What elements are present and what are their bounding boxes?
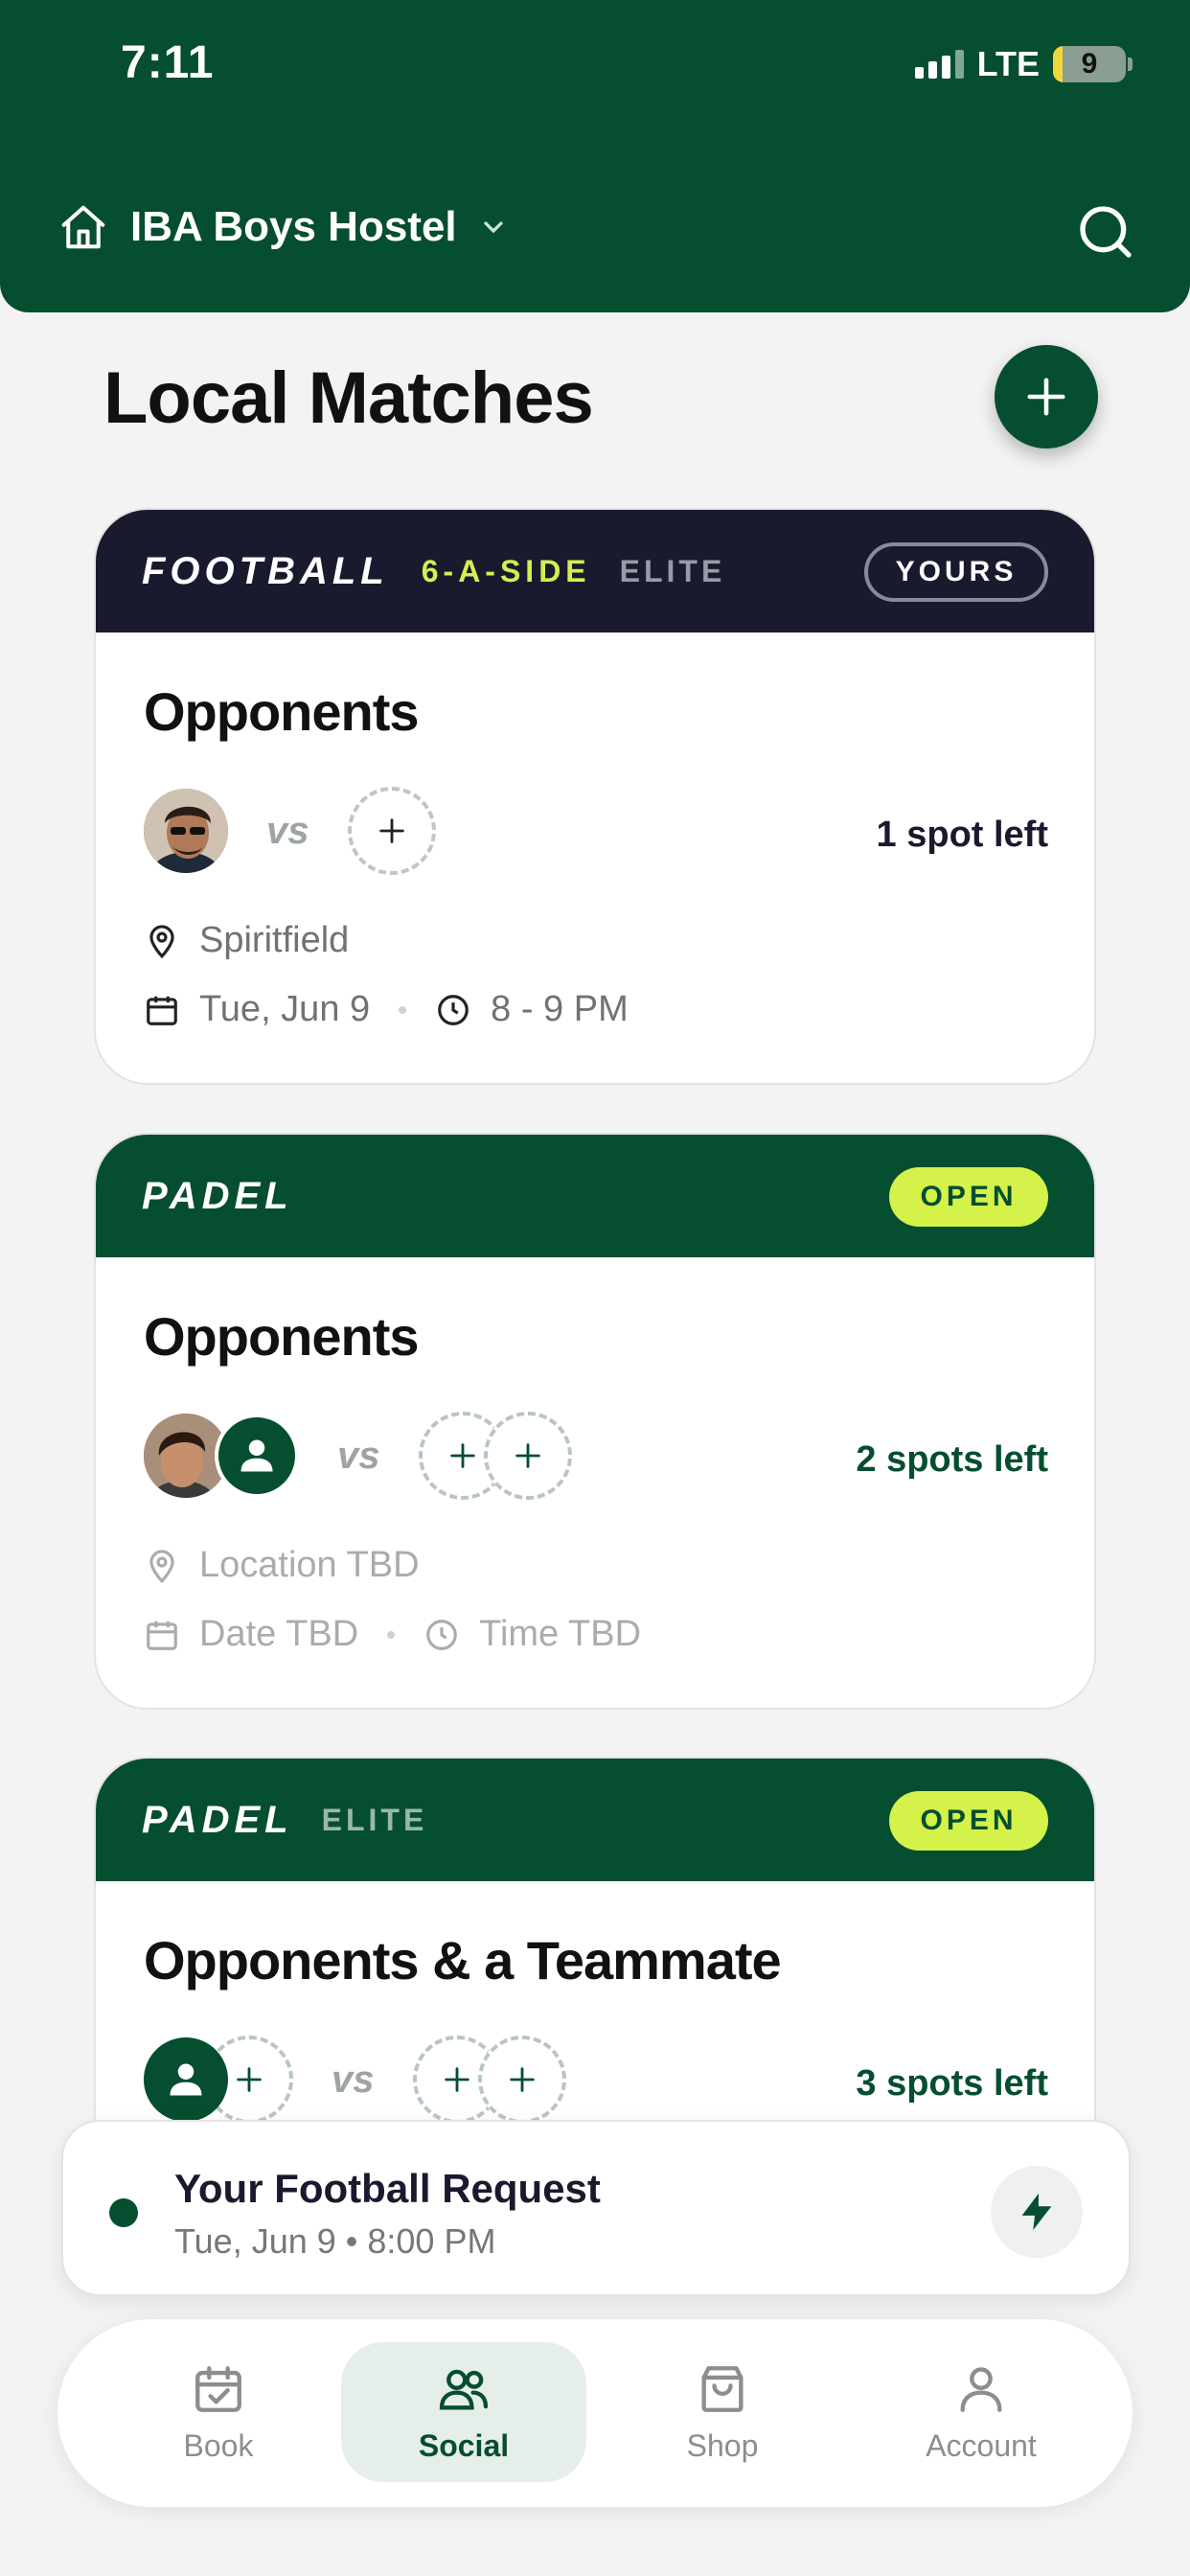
battery-level: 9 [1081,48,1098,80]
open-slot[interactable] [347,787,436,875]
tab-shop[interactable]: Shop [600,2342,845,2482]
vs-label: vs [332,2058,375,2101]
players-row: vs [144,1412,572,1500]
location-text: Location TBD [199,1545,420,1585]
level-label: ELITE [619,553,726,588]
avatar[interactable] [144,2037,228,2122]
plus-icon [449,1443,475,1468]
map-pin-icon [149,924,174,958]
search-icon [1080,206,1132,258]
tab-social[interactable]: Social [341,2342,586,2482]
datetime-row: Tue, Jun 9 8 - 9 PM [144,989,629,1030]
plus-icon [509,2067,535,2092]
tab-label: Book [183,2427,254,2463]
plus-icon [444,2067,469,2092]
spots-left: 3 spots left [856,2063,1048,2104]
separator-dot [387,1630,396,1639]
status-indicators: LTE 9 [914,44,1133,84]
status-badge: OPEN [889,1167,1048,1227]
user-icon [170,2063,202,2096]
request-subtitle: Tue, Jun 9 • 8:00 PM [174,2221,496,2261]
time-text: 8 - 9 PM [491,989,629,1029]
format-label: 6-A-SIDE [421,553,591,588]
users-icon [439,2369,489,2410]
sport-label: PADEL [142,1798,293,1841]
network-label: LTE [976,44,1040,83]
level-label: ELITE [321,1802,428,1837]
players-row: vs [144,787,436,875]
match-card-header: FOOTBALL 6-A-SIDE ELITE YOURS [96,510,1094,632]
request-title: Your Football Request [174,2166,601,2211]
battery-icon: 9 [1053,46,1126,82]
sport-label: FOOTBALL [142,549,389,592]
user-icon [960,2366,1002,2412]
date-text: Tue, Jun 9 [199,989,371,1029]
calendar-icon [147,996,177,1025]
tab-book[interactable]: Book [96,2342,341,2482]
spots-left: 1 spot left [876,815,1048,855]
open-slot[interactable] [477,2036,566,2124]
match-card-header: PADEL OPEN [96,1135,1094,1257]
open-slot[interactable] [483,1412,572,1500]
location-row: Spiritfield [144,920,349,961]
tab-label: Social [418,2427,510,2463]
datetime-row: Date TBD Time TBD [144,1614,641,1655]
location-name: IBA Boys Hostel [130,203,457,250]
location-text: Spiritfield [199,920,350,960]
calendar-check-icon [195,2365,241,2412]
request-action-button[interactable] [991,2166,1083,2258]
time-text: Time TBD [479,1614,642,1654]
sport-label: PADEL [142,1174,293,1217]
calendar-icon [147,1621,177,1650]
shopping-bag-icon [701,2365,744,2412]
home-icon [61,205,105,249]
plus-icon [237,2067,262,2092]
bottom-tab-bar: Book Social Shop Account [57,2319,1133,2507]
spots-left: 2 spots left [856,1439,1048,1480]
status-badge: OPEN [889,1791,1048,1851]
lightning-bolt-icon [1021,2193,1052,2231]
status-badge: YOURS [864,542,1048,602]
date-text: Date TBD [199,1614,359,1654]
location-row: Location TBD [144,1545,420,1586]
chevron-down-icon [483,221,503,234]
players-row: vs [144,2036,566,2124]
avatar[interactable] [144,789,228,873]
match-heading: Opponents & a Teammate [144,1930,782,1990]
plus-icon [515,1443,540,1468]
plus-icon [1027,378,1065,416]
status-dot [109,2198,138,2227]
app-header: 7:11 LTE 9 IBA Boys Hostel [0,0,1190,312]
match-card[interactable]: FOOTBALL 6-A-SIDE ELITE YOURS Opponents … [94,508,1096,1085]
clock-icon [438,994,469,1025]
battery-cap [1128,58,1133,71]
football-request-banner[interactable]: Your Football Request Tue, Jun 9 • 8:00 … [61,2120,1131,2296]
clock-icon [426,1619,457,1650]
page-title: Local Matches [103,357,594,439]
avatar[interactable] [215,1414,299,1498]
location-selector[interactable]: IBA Boys Hostel [57,201,509,253]
map-pin-icon [149,1549,174,1583]
user-icon [240,1439,273,1472]
match-card-header: PADEL ELITE OPEN [96,1759,1094,1881]
tab-account[interactable]: Account [858,2342,1104,2482]
tab-label: Account [926,2427,1037,2463]
create-match-button[interactable] [995,345,1098,448]
match-heading: Opponents [144,681,420,742]
status-time: 7:11 [121,37,215,88]
vs-label: vs [266,809,309,852]
separator-dot [399,1005,407,1014]
match-heading: Opponents [144,1306,420,1367]
player-photo [144,789,228,873]
plus-icon [378,818,404,843]
search-button[interactable] [1075,201,1136,263]
signal-icon [914,50,964,79]
vs-label: vs [337,1434,380,1477]
tab-label: Shop [686,2427,759,2463]
match-card[interactable]: PADEL OPEN Opponents vs 2 spots left Loc… [94,1133,1096,1710]
